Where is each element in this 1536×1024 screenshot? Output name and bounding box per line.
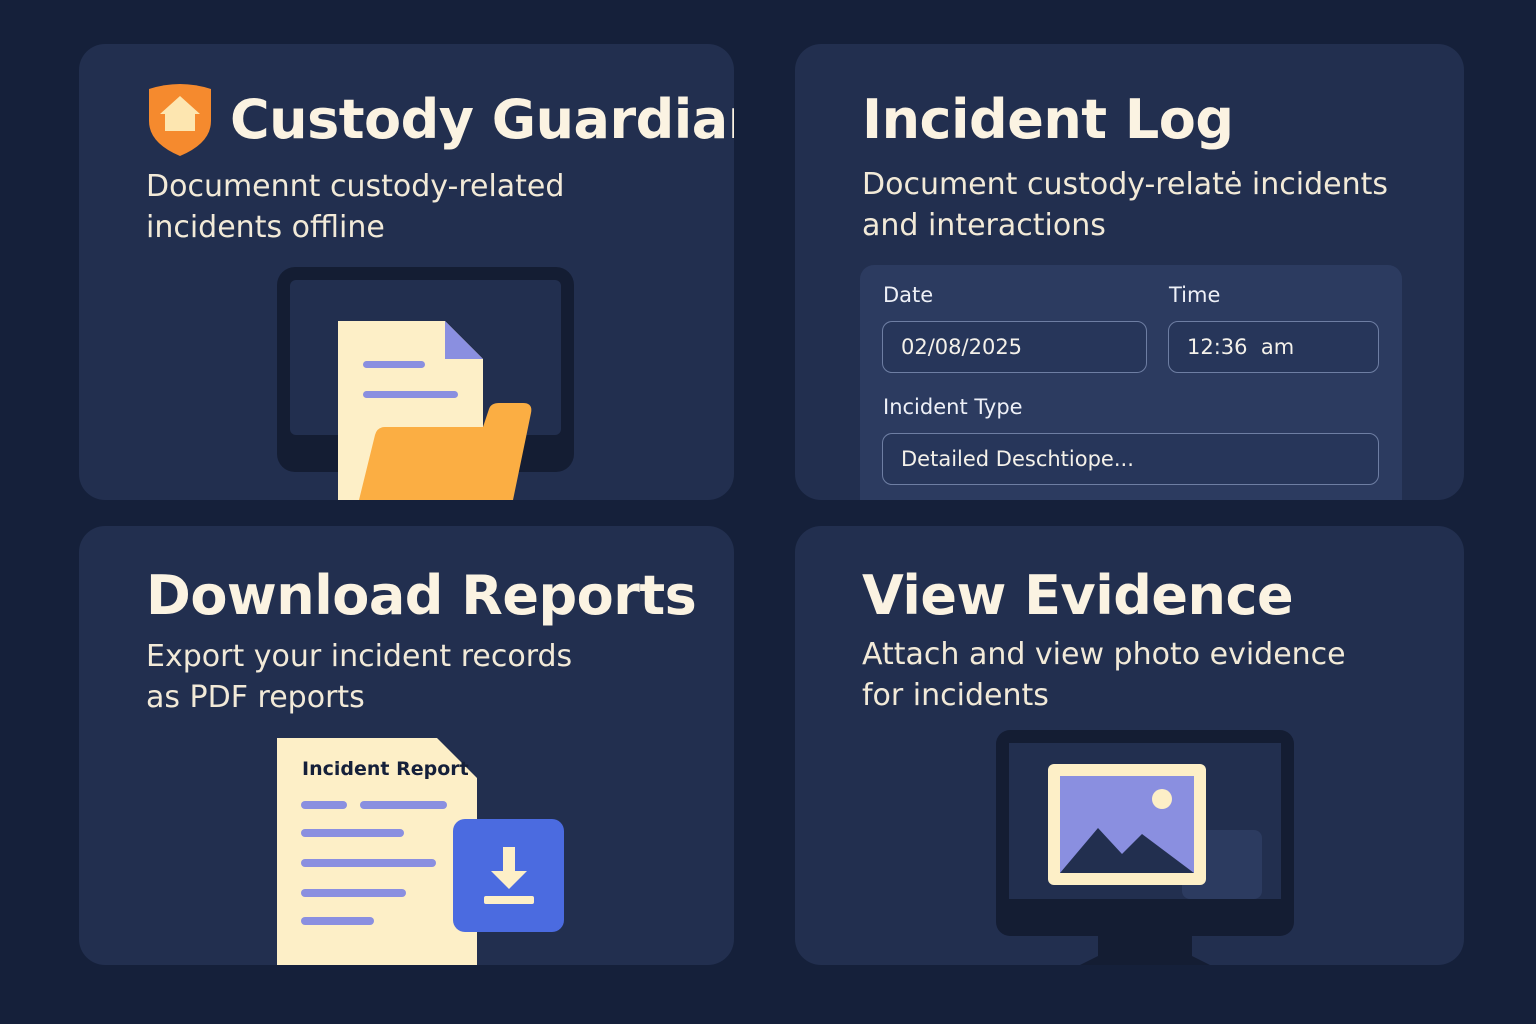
shield-home-icon [149, 84, 211, 156]
time-input[interactable]: 12:36 am [1168, 321, 1379, 373]
report-document-title: Incident Report [302, 758, 469, 780]
download-subtitle: Export your incident records as PDF repo… [146, 639, 573, 715]
evidence-subtitle: Attach and view photo evidence for incid… [862, 637, 1346, 713]
app-title: Custody Guardian [230, 88, 734, 151]
download-button[interactable] [453, 819, 564, 932]
download-title: Download Reports [146, 564, 697, 627]
date-input[interactable]: 02/08/2025 [882, 321, 1147, 373]
incident-log-subtitle: Document custody-relatė incidents and in… [862, 167, 1388, 243]
document-folder-icon [277, 267, 574, 500]
custody-guardian-card: Custody Guardian Documennt custody-relat… [79, 44, 734, 500]
photo-monitor-icon [996, 730, 1294, 965]
incident-type-label: Incident Type [883, 395, 1023, 419]
app-subtitle: Documennt custody-related incidents offl… [146, 169, 565, 245]
download-icon [484, 847, 534, 904]
download-reports-card: Download Reports Export your incident re… [79, 526, 734, 965]
incident-type-input[interactable]: Detailed Deschtiope... [882, 433, 1379, 485]
evidence-title: View Evidence [862, 564, 1294, 627]
incident-log-card: Incident Log Document custody-relatė inc… [795, 44, 1464, 500]
date-label: Date [883, 283, 934, 307]
incident-form: Date Time 02/08/2025 12:36 am Incident T… [860, 265, 1402, 500]
view-evidence-card: View Evidence Attach and view photo evid… [795, 526, 1464, 965]
time-label: Time [1169, 283, 1221, 307]
incident-log-title: Incident Log [862, 88, 1234, 151]
